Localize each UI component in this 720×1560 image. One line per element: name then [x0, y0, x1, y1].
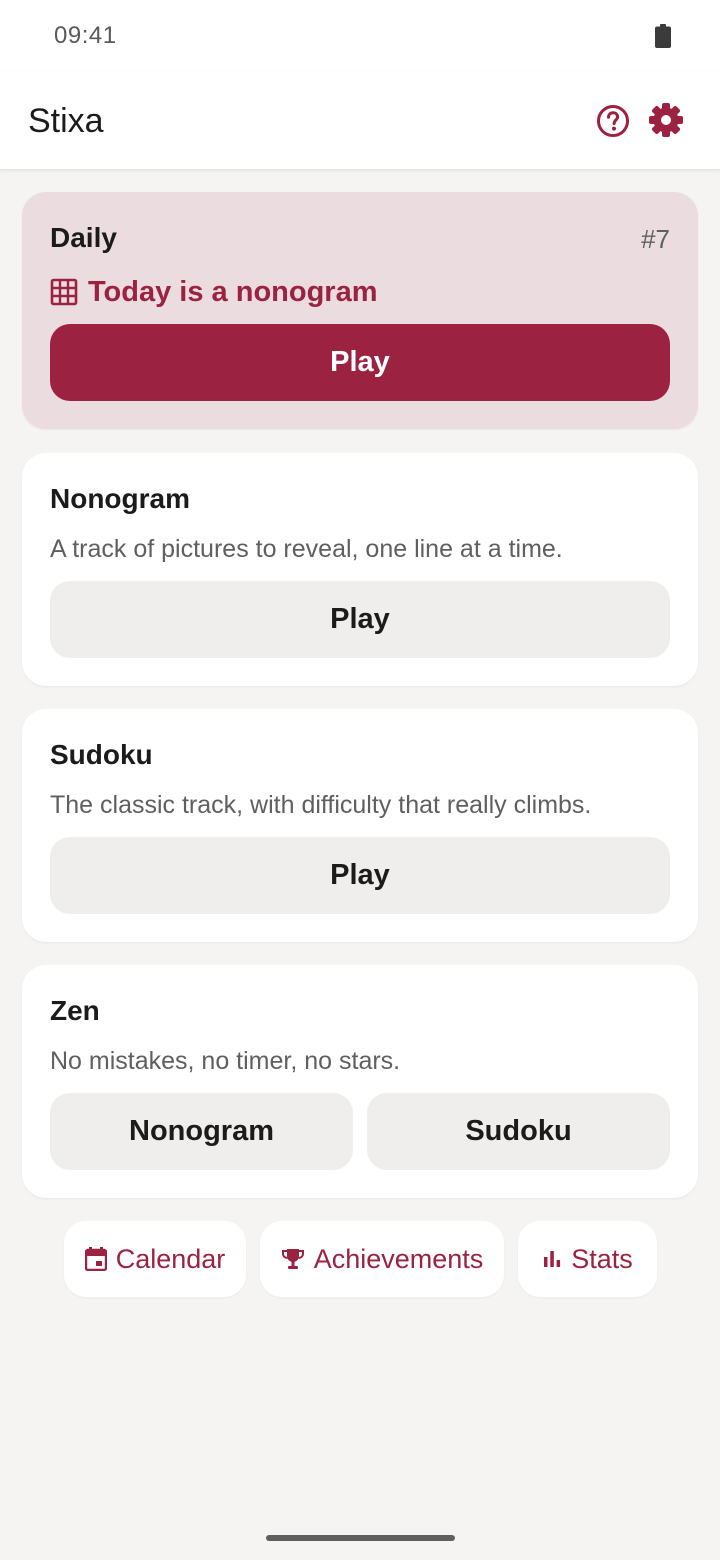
- sudoku-title: Sudoku: [50, 739, 153, 770]
- daily-subtitle-text: Today is a nonogram: [88, 275, 378, 308]
- battery-full-icon: [655, 24, 671, 48]
- home-indicator[interactable]: [266, 1535, 455, 1541]
- app-title: Stixa: [28, 102, 104, 140]
- app-bar: Stixa: [0, 72, 720, 170]
- gear-icon[interactable]: [648, 102, 684, 138]
- daily-card: Daily #7 Today is a nonogram Play: [22, 192, 698, 429]
- grid-icon: [50, 278, 78, 306]
- stats-label: Stats: [571, 1243, 633, 1274]
- zen-title: Zen: [50, 995, 100, 1026]
- calendar-label: Calendar: [115, 1243, 226, 1274]
- zen-card: Zen No mistakes, no timer, no stars. Non…: [22, 965, 698, 1198]
- zen-nonogram-button[interactable]: Nonogram: [50, 1093, 353, 1170]
- calendar-button[interactable]: Calendar: [64, 1221, 246, 1297]
- achievements-label: Achievements: [313, 1243, 484, 1274]
- stats-button[interactable]: Stats: [518, 1221, 657, 1297]
- nonogram-title: Nonogram: [50, 483, 190, 514]
- calendar-icon: [84, 1247, 107, 1271]
- achievements-button[interactable]: Achievements: [260, 1221, 504, 1297]
- status-bar: 09:41: [0, 0, 720, 72]
- nonogram-card: Nonogram A track of pictures to reveal, …: [22, 453, 698, 686]
- sudoku-play-button[interactable]: Play: [50, 837, 670, 914]
- home-screen: 09:41 Stixa Daily #7 Today is a nonogram…: [0, 0, 720, 1560]
- daily-title: Daily: [50, 222, 117, 253]
- zen-sudoku-button[interactable]: Sudoku: [367, 1093, 670, 1170]
- daily-play-button[interactable]: Play: [50, 324, 670, 401]
- sudoku-description: The classic track, with difficulty that …: [50, 791, 592, 819]
- nonogram-play-button[interactable]: Play: [50, 581, 670, 658]
- sudoku-card: Sudoku The classic track, with difficult…: [22, 709, 698, 942]
- help-circle-icon[interactable]: [596, 104, 630, 138]
- bar-chart-icon: [544, 1251, 561, 1267]
- zen-description: No mistakes, no timer, no stars.: [50, 1047, 401, 1075]
- daily-number: #7: [641, 224, 670, 254]
- trophy-icon: [281, 1249, 304, 1269]
- status-time: 09:41: [54, 22, 117, 49]
- nonogram-description: A track of pictures to reveal, one line …: [50, 535, 563, 563]
- daily-subtitle: Today is a nonogram: [50, 276, 378, 308]
